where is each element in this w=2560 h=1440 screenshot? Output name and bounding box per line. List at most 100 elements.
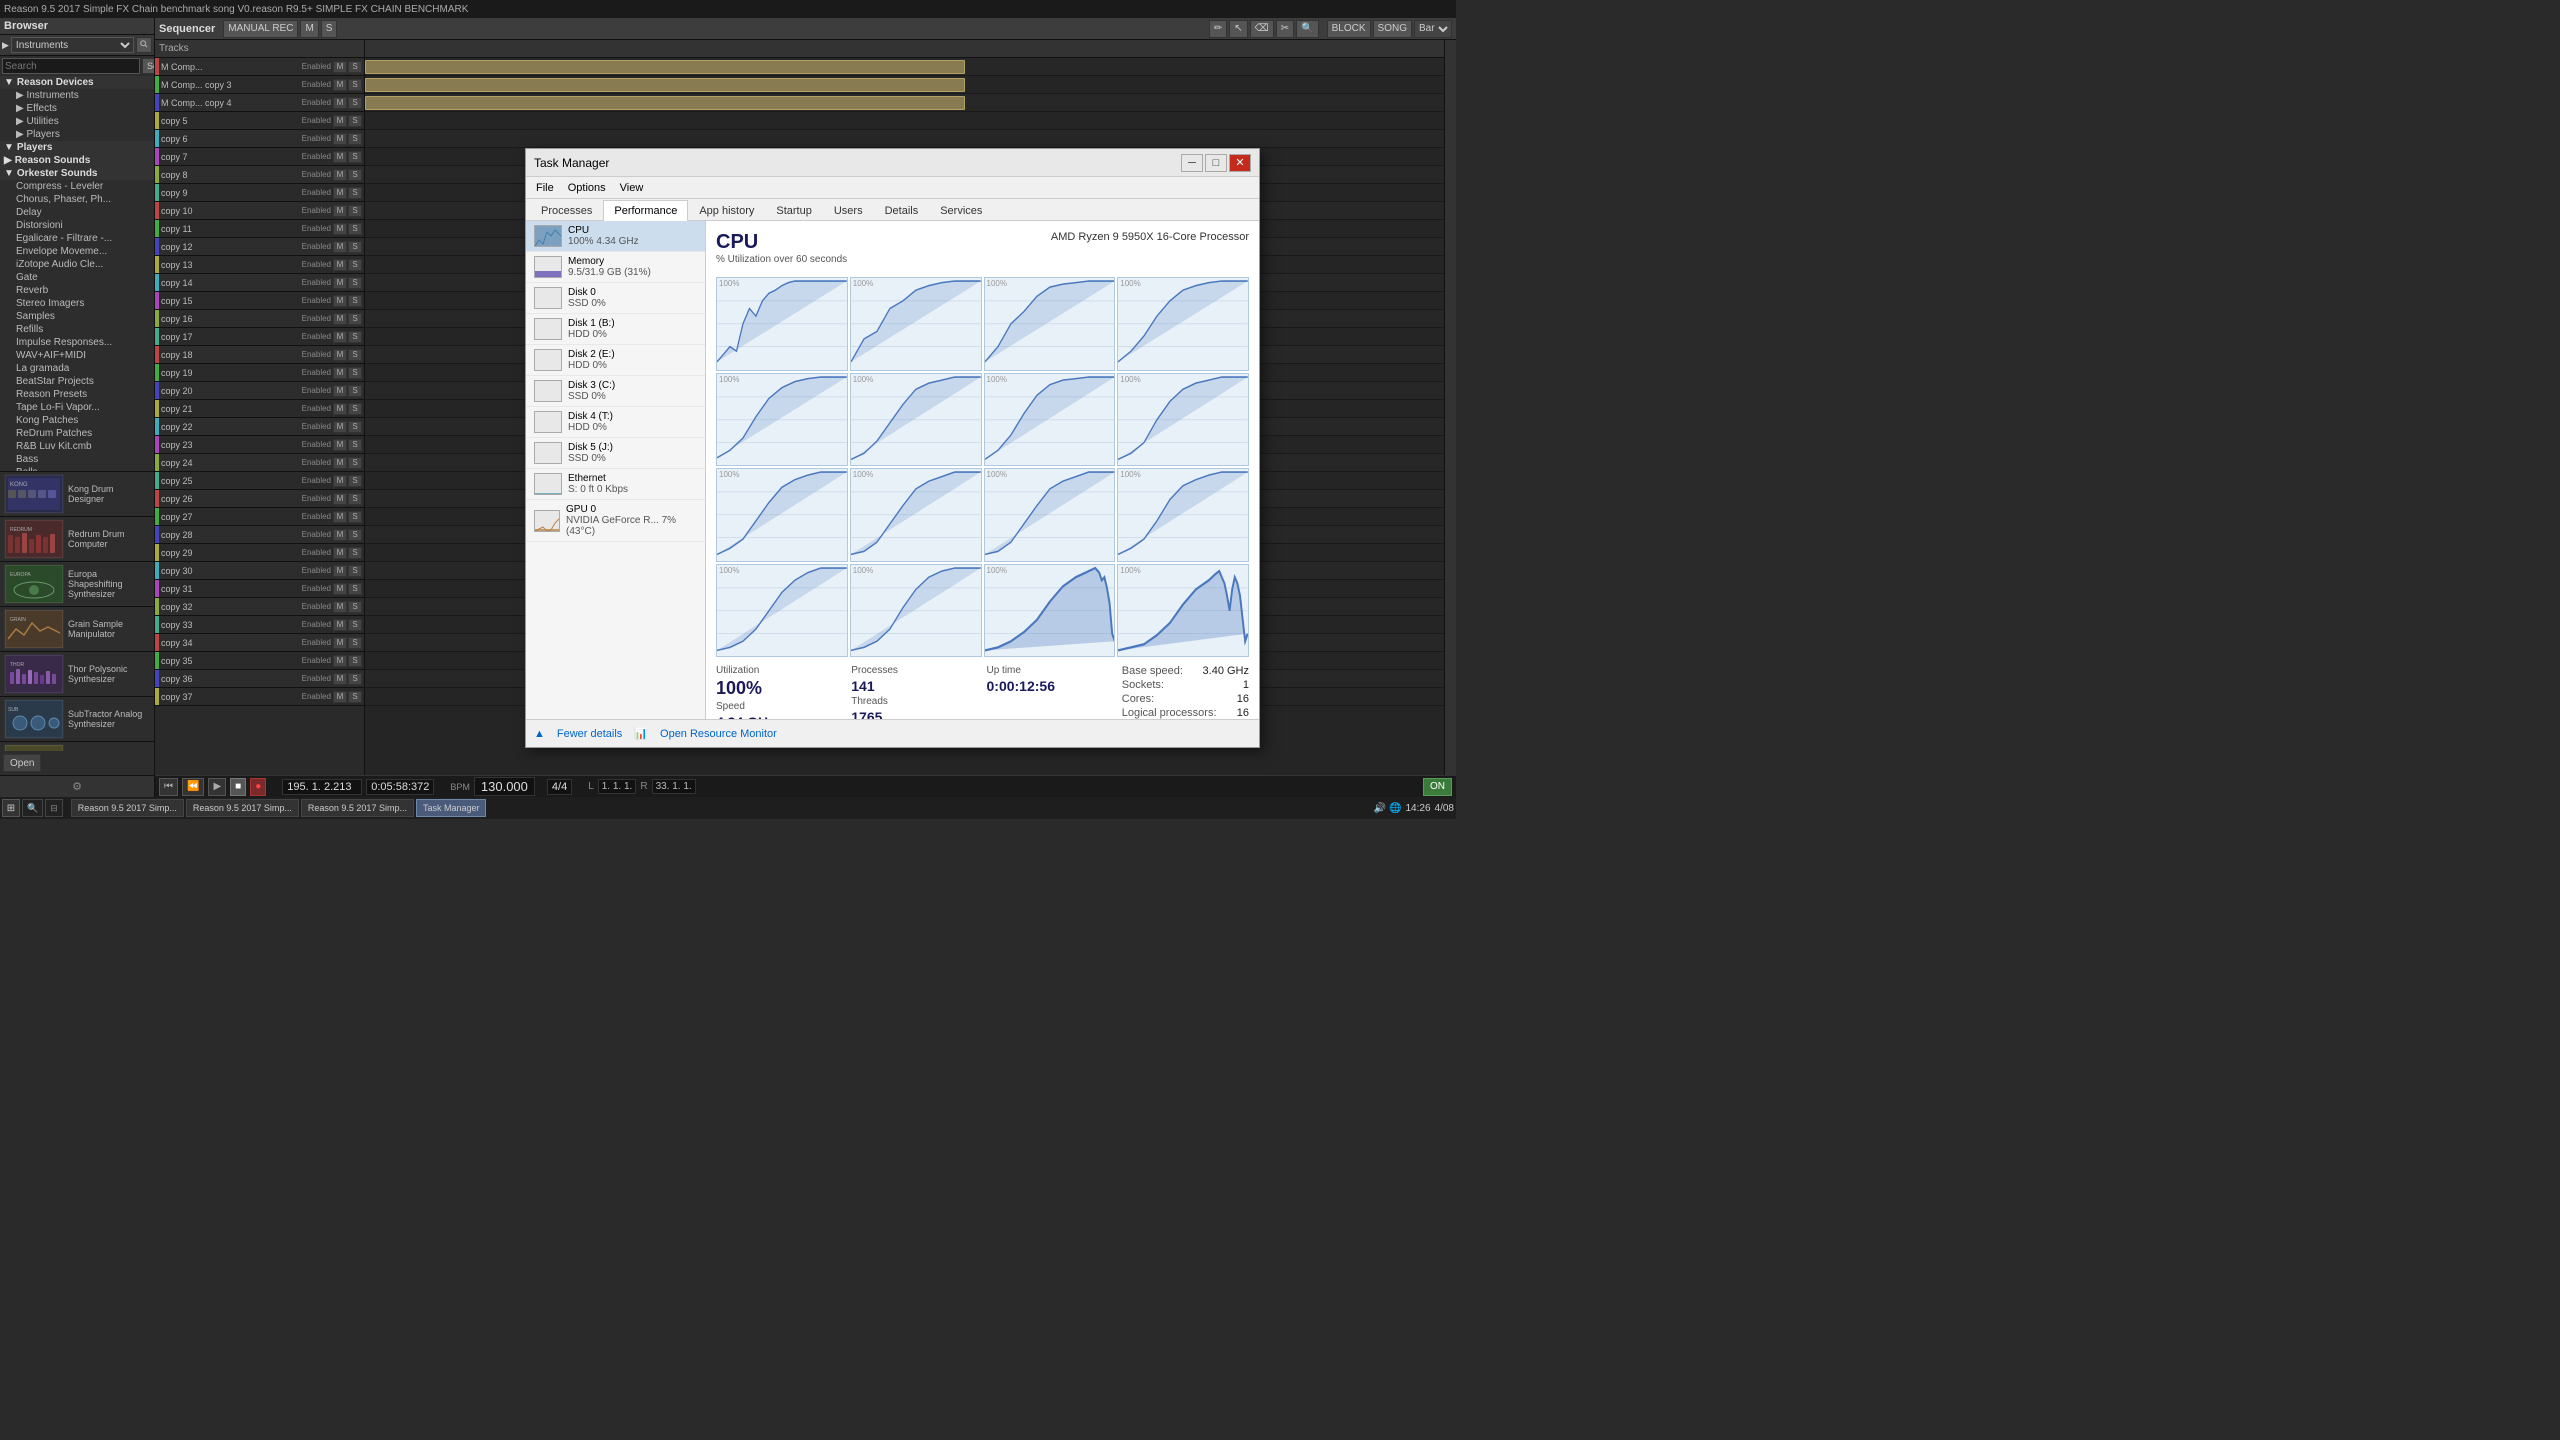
track-m-btn[interactable]: M xyxy=(333,547,347,559)
scissors-tool[interactable]: ✂ xyxy=(1276,20,1294,38)
track-m-btn[interactable]: M xyxy=(333,277,347,289)
track-s-btn[interactable]: S xyxy=(348,565,362,577)
tm-process-ethernet[interactable]: Ethernet S: 0 ft 0 Kbps xyxy=(526,469,705,500)
track-m-btn[interactable]: M xyxy=(333,223,347,235)
track-s-btn[interactable]: S xyxy=(348,169,362,181)
tm-close-btn[interactable]: ✕ xyxy=(1229,154,1251,172)
track-s-btn[interactable]: S xyxy=(348,457,362,469)
track-s-btn[interactable]: S xyxy=(348,655,362,667)
transport-play[interactable]: ▶ xyxy=(208,778,226,796)
track-s-btn[interactable]: S xyxy=(348,241,362,253)
track-s-btn[interactable]: S xyxy=(348,349,362,361)
transport-record[interactable]: ● xyxy=(250,778,266,796)
track-s-btn[interactable]: S xyxy=(348,151,362,163)
browser-open-button[interactable]: Open xyxy=(3,754,41,772)
tree-item-distorsioni[interactable]: Distorsioni xyxy=(0,219,154,232)
tree-item-refills[interactable]: Refills xyxy=(0,323,154,336)
track-block[interactable] xyxy=(365,60,965,74)
tree-item-la-gramada[interactable]: La gramada xyxy=(0,362,154,375)
taskbar-task-view[interactable]: ⊟ xyxy=(45,799,63,817)
track-s-btn[interactable]: S xyxy=(348,115,362,127)
track-s-btn[interactable]: S xyxy=(348,601,362,613)
tree-item-gate[interactable]: Gate xyxy=(0,271,154,284)
track-lane[interactable] xyxy=(365,76,1444,94)
tree-section-reason-sounds[interactable]: ▼ Players xyxy=(0,141,154,154)
track-m-btn[interactable]: M xyxy=(333,421,347,433)
track-m-btn[interactable]: M xyxy=(333,97,347,109)
track-s-btn[interactable]: S xyxy=(348,97,362,109)
tree-item-chorus[interactable]: Chorus, Phaser, Ph... xyxy=(0,193,154,206)
track-m-btn[interactable]: M xyxy=(333,475,347,487)
browser-search-input[interactable] xyxy=(2,58,140,74)
track-m-btn[interactable]: M xyxy=(333,565,347,577)
magnify-tool[interactable]: 🔍 xyxy=(1296,20,1318,38)
tm-tab-services[interactable]: Services xyxy=(929,200,993,221)
track-s-btn[interactable]: S xyxy=(348,691,362,703)
track-s-btn[interactable]: S xyxy=(348,475,362,487)
track-m-btn[interactable]: M xyxy=(333,187,347,199)
track-m-btn[interactable]: M xyxy=(333,115,347,127)
track-s-btn[interactable]: S xyxy=(348,259,362,271)
tm-tab-users[interactable]: Users xyxy=(823,200,874,221)
track-m-btn[interactable]: M xyxy=(333,403,347,415)
track-s-btn[interactable]: S xyxy=(348,367,362,379)
tm-maximize-btn[interactable]: □ xyxy=(1205,154,1227,172)
bar-selector[interactable]: Bar xyxy=(1414,20,1452,38)
track-m-btn[interactable]: M xyxy=(333,511,347,523)
track-m-btn[interactable]: M xyxy=(333,601,347,613)
track-s-btn[interactable]: S xyxy=(348,61,362,73)
track-m-btn[interactable]: M xyxy=(333,619,347,631)
transport-stop[interactable]: ■ xyxy=(230,778,246,796)
track-m-btn[interactable]: M xyxy=(333,151,347,163)
tree-item-beatstar[interactable]: BeatStar Projects xyxy=(0,375,154,388)
track-m-btn[interactable]: M xyxy=(333,169,347,181)
track-m-btn[interactable]: M xyxy=(333,61,347,73)
block-btn[interactable]: BLOCK xyxy=(1327,20,1371,38)
track-s-btn[interactable]: S xyxy=(348,421,362,433)
track-s-btn[interactable]: S xyxy=(348,133,362,145)
open-resource-link[interactable]: Open Resource Monitor xyxy=(660,728,777,740)
track-block[interactable] xyxy=(365,78,965,92)
track-s-btn[interactable]: S xyxy=(348,583,362,595)
instruments-dropdown[interactable]: Instruments xyxy=(11,37,134,53)
track-s-btn[interactable]: S xyxy=(348,385,362,397)
tree-item-egalicare[interactable]: Egalicare - Filtrare -... xyxy=(0,232,154,245)
tm-tab-startup[interactable]: Startup xyxy=(765,200,822,221)
tm-process-cpu[interactable]: CPU 100% 4.34 GHz xyxy=(526,221,705,252)
manual-rec-btn[interactable]: MANUAL REC xyxy=(223,20,298,38)
transport-back[interactable]: ⏪ xyxy=(182,778,204,796)
tree-item-kong-patches[interactable]: Kong Patches xyxy=(0,414,154,427)
track-s-btn[interactable]: S xyxy=(348,529,362,541)
track-m-btn[interactable]: M xyxy=(333,655,347,667)
track-s-btn[interactable]: S xyxy=(348,637,362,649)
track-m-btn[interactable]: M xyxy=(333,673,347,685)
track-m-btn[interactable]: M xyxy=(333,205,347,217)
track-m-btn[interactable]: M xyxy=(333,295,347,307)
select-tool[interactable]: ↖ xyxy=(1229,20,1247,38)
track-s-btn[interactable]: S xyxy=(348,547,362,559)
tm-tab-details[interactable]: Details xyxy=(874,200,930,221)
tm-tab-app-history[interactable]: App history xyxy=(688,200,765,221)
fewer-details-link[interactable]: Fewer details xyxy=(557,728,622,740)
tree-section-reason-devices[interactable]: ▼ Reason Devices xyxy=(0,76,154,89)
track-s-btn[interactable]: S xyxy=(348,313,362,325)
tree-section-orkester[interactable]: ▶ Reason Sounds xyxy=(0,154,154,167)
tm-process-gpu[interactable]: GPU 0 NVIDIA GeForce R... 7% (43°C) xyxy=(526,500,705,542)
tree-item-compress[interactable]: Compress - Leveler xyxy=(0,180,154,193)
start-button[interactable]: ⊞ xyxy=(2,799,20,817)
eraser-tool[interactable]: ⌫ xyxy=(1250,20,1274,38)
track-lane[interactable] xyxy=(365,130,1444,148)
tm-process-disk4[interactable]: Disk 4 (T:) HDD 0% xyxy=(526,407,705,438)
track-s-btn[interactable]: S xyxy=(348,511,362,523)
tree-item-players[interactable]: ▶ Players xyxy=(0,128,154,141)
tree-item-bass[interactable]: Bass xyxy=(0,453,154,466)
track-s-btn[interactable]: S xyxy=(348,619,362,631)
pencil-tool[interactable]: ✏ xyxy=(1209,20,1227,38)
track-lane[interactable] xyxy=(365,58,1444,76)
taskbar-item-2[interactable]: Reason 9.5 2017 Simp... xyxy=(301,799,414,817)
track-m-btn[interactable]: M xyxy=(333,385,347,397)
tm-tab-performance[interactable]: Performance xyxy=(603,200,688,221)
s-btn[interactable]: S xyxy=(321,20,338,38)
track-m-btn[interactable]: M xyxy=(333,637,347,649)
track-m-btn[interactable]: M xyxy=(333,691,347,703)
